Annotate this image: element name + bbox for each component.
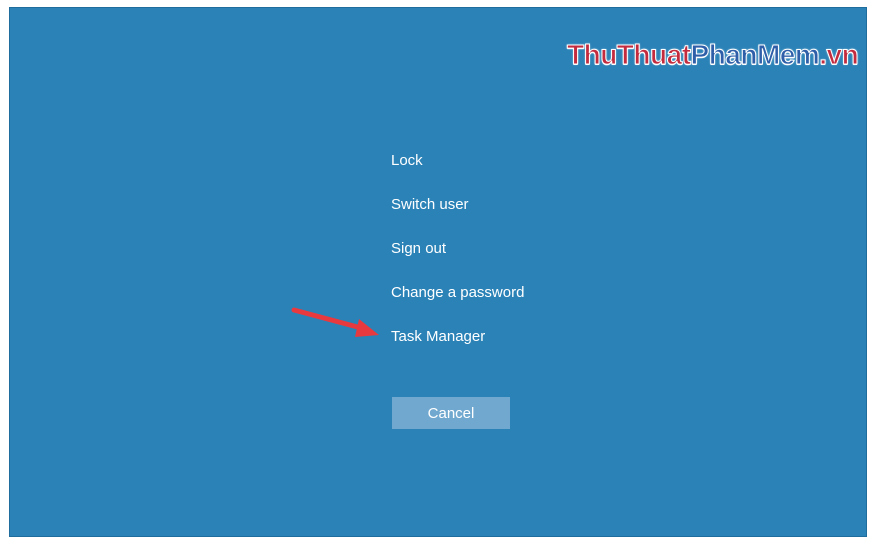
task-manager-option[interactable]: Task Manager xyxy=(391,326,524,370)
change-password-option[interactable]: Change a password xyxy=(391,282,524,326)
switch-user-option[interactable]: Switch user xyxy=(391,194,524,238)
security-options-screen: ThuThuatPhanMem.vn Lock Switch user Sign… xyxy=(9,7,867,537)
change-password-option-label: Change a password xyxy=(391,284,525,301)
sign-out-option-label: Sign out xyxy=(391,240,447,257)
lock-option[interactable]: Lock xyxy=(391,150,524,194)
watermark-logo: ThuThuatPhanMem.vn xyxy=(567,39,860,70)
lock-option-label: Lock xyxy=(391,152,423,169)
sign-out-option[interactable]: Sign out xyxy=(391,238,524,282)
cancel-button[interactable]: Cancel xyxy=(392,397,510,429)
task-manager-option-label: Task Manager xyxy=(391,328,486,345)
switch-user-option-label: Switch user xyxy=(391,196,469,213)
security-options-list: Lock Switch user Sign out Change a passw… xyxy=(391,150,524,370)
red-arrow-icon xyxy=(291,307,379,337)
